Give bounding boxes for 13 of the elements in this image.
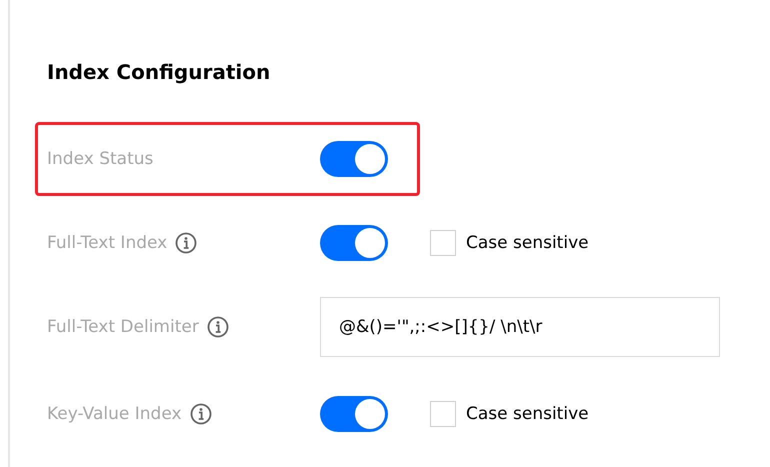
section-title: Index Configuration — [47, 59, 272, 86]
field-label: Index Status — [47, 149, 154, 169]
toggle-switch[interactable] — [320, 396, 388, 432]
field-label: Full-Text Index — [47, 233, 168, 253]
checkbox-label: Case sensitive — [466, 404, 589, 424]
checkbox-label: Case sensitive — [466, 233, 589, 253]
checkbox[interactable] — [430, 230, 456, 256]
checkbox[interactable] — [430, 401, 456, 427]
toggle-switch[interactable] — [320, 225, 388, 261]
field-label: Full-Text Delimiter — [47, 317, 199, 337]
field-label: Key-Value Index — [47, 404, 182, 424]
input-field[interactable]: @&()='",;:<>[]{}/ \n\t\r — [320, 297, 720, 357]
toggle-switch[interactable] — [320, 141, 388, 177]
